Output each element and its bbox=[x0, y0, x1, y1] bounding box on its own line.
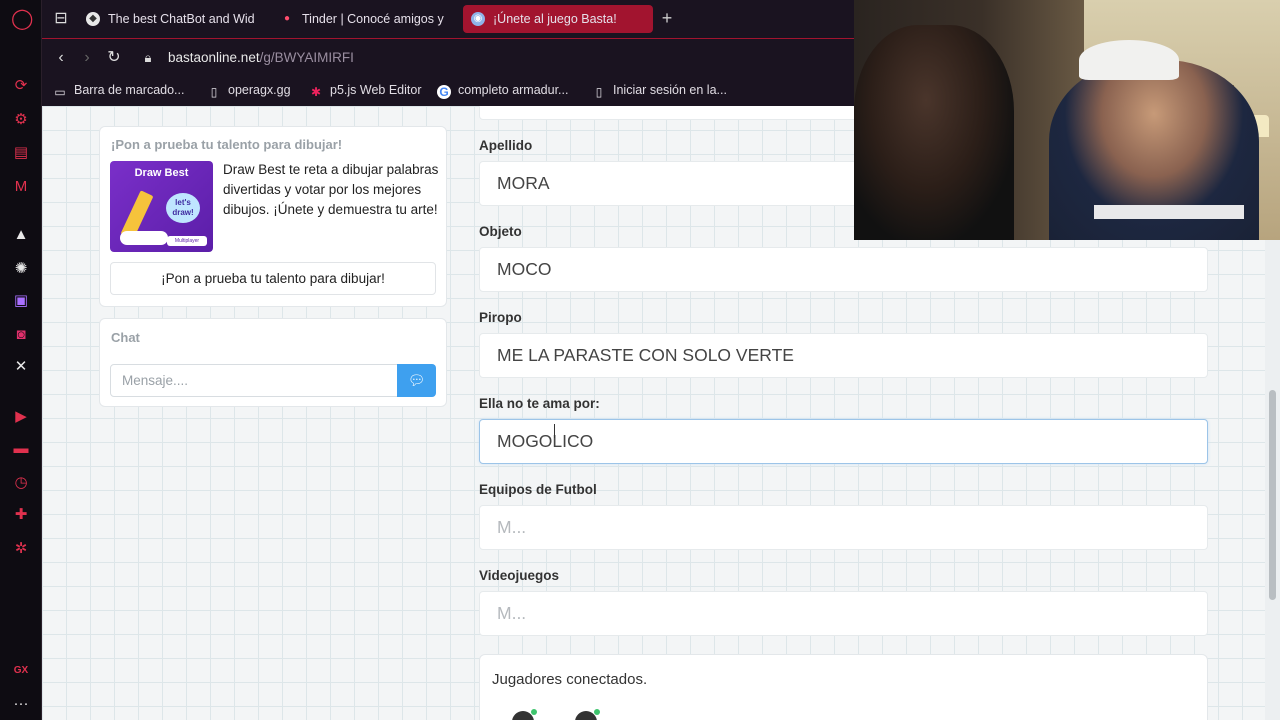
gamepad-icon[interactable]: ⊟ bbox=[51, 9, 71, 29]
text-cursor bbox=[554, 424, 555, 438]
gx-corner-icon[interactable]: M bbox=[11, 177, 31, 197]
x-twitter-icon[interactable]: ✕ bbox=[11, 357, 31, 377]
bookmark-google[interactable]: Gcompleto armadur... bbox=[437, 83, 568, 99]
speed-dial-icon[interactable]: ⟳ bbox=[11, 76, 31, 96]
field-label-objeto: Objeto bbox=[479, 224, 522, 239]
history-icon[interactable]: ◷ bbox=[11, 473, 31, 493]
speech-bubble-icon: 💬︎ bbox=[407, 372, 426, 388]
draw-best-image[interactable]: Draw Best let's draw! Multiplayer bbox=[110, 161, 213, 252]
extensions-icon[interactable]: ✚ bbox=[11, 505, 31, 525]
field-input-equipos-futbol[interactable]: M... bbox=[479, 505, 1208, 550]
tinder-flame-icon: ● bbox=[283, 13, 291, 24]
page-icon: ▯ bbox=[595, 85, 603, 99]
field-label-ella-no-te-ama: Ella no te ama por: bbox=[479, 396, 600, 411]
tab-tinder[interactable]: ● Tinder | Conocé amigos y bbox=[272, 5, 452, 33]
lock-icon: 🔒︎ bbox=[144, 50, 152, 65]
chat-message-input[interactable]: Mensaje.... bbox=[110, 364, 398, 397]
field-input-objeto[interactable]: MOCO bbox=[479, 247, 1208, 292]
player-icon[interactable]: ▶ bbox=[11, 407, 31, 427]
browser-window: ◯ ⟳ ⚙ ▤ M ▲ ✺ ▣ ◙ ✕ ▶ ▬ ◷ ✚ ✲ GX ··· ⊟ ◆… bbox=[0, 0, 1280, 720]
bookmark-operagx[interactable]: ▯ operagx.gg bbox=[207, 83, 291, 99]
field-label-videojuegos: Videojuegos bbox=[479, 568, 560, 583]
tab-basta[interactable]: ◉ ¡Únete al juego Basta! bbox=[463, 5, 653, 33]
streamer-left bbox=[854, 25, 1014, 240]
settings-gear-icon[interactable]: ✲ bbox=[11, 539, 31, 559]
bookmark-folder[interactable]: ▭ Barra de marcado... bbox=[53, 83, 184, 99]
gx-cleaner-icon[interactable]: ▤ bbox=[11, 143, 31, 163]
gx-mods-icon[interactable]: GX bbox=[11, 661, 31, 681]
field-input-ella-no-te-ama[interactable]: MOGOLICO bbox=[479, 419, 1208, 464]
field-input-videojuegos[interactable]: M... bbox=[479, 591, 1208, 636]
field-label-equipos-futbol: Equipos de Futbol bbox=[479, 482, 597, 497]
promo-title: ¡Pon a prueba tu talento para dibujar! bbox=[111, 137, 343, 152]
tab-chatbot[interactable]: ◆ The best ChatBot and Wid bbox=[78, 5, 258, 33]
opera-logo-icon[interactable]: ◯ bbox=[11, 9, 33, 29]
promo-description: Draw Best te reta a dibujar palabras div… bbox=[223, 162, 439, 217]
gx-control-icon[interactable]: ⚙ bbox=[11, 110, 31, 130]
wallet-icon[interactable]: ▬ bbox=[11, 439, 31, 459]
bookmark-login[interactable]: ▯ Iniciar sesión en la... bbox=[592, 83, 727, 99]
player-avatar[interactable] bbox=[575, 709, 600, 720]
chat-title: Chat bbox=[111, 330, 140, 345]
chatgpt-icon[interactable]: ✺ bbox=[11, 259, 31, 279]
field-label-apellido: Apellido bbox=[479, 138, 533, 153]
instagram-icon[interactable]: ◙ bbox=[11, 325, 31, 345]
online-status-dot bbox=[531, 709, 537, 715]
page-icon: ▯ bbox=[210, 85, 218, 99]
player-avatar[interactable] bbox=[512, 709, 537, 720]
star-icon: ✱ bbox=[310, 85, 322, 99]
folder-icon: ▭ bbox=[54, 85, 66, 99]
field-label-piropo: Piropo bbox=[479, 310, 522, 325]
new-tab-button[interactable]: + bbox=[658, 9, 676, 27]
reload-button[interactable]: ↻ bbox=[104, 48, 124, 68]
twitch-icon[interactable]: ▣ bbox=[11, 291, 31, 311]
chatbot-icon: ◆ bbox=[86, 12, 100, 26]
google-icon: G bbox=[437, 85, 451, 99]
webcam-overlay bbox=[854, 0, 1280, 240]
field-input-piropo[interactable]: ME LA PARASTE CON SOLO VERTE bbox=[479, 333, 1208, 378]
more-icon[interactable]: ··· bbox=[11, 694, 31, 714]
connected-players-card: Jugadores conectados. bbox=[479, 654, 1208, 720]
online-status-dot bbox=[594, 709, 600, 715]
connected-players-title: Jugadores conectados. bbox=[492, 671, 648, 688]
url-field[interactable]: bastaonline.net/g/BWYAIMIRFI bbox=[168, 50, 354, 65]
white-cap bbox=[1079, 40, 1179, 80]
chat-send-button[interactable]: 💬︎ bbox=[397, 364, 436, 397]
aria-ai-icon[interactable]: ▲ bbox=[11, 225, 31, 245]
forward-button[interactable]: › bbox=[77, 48, 97, 68]
basta-globe-icon: ◉ bbox=[471, 12, 485, 26]
back-button[interactable]: ‹ bbox=[51, 48, 71, 68]
scrollbar-thumb[interactable] bbox=[1269, 390, 1276, 600]
promo-button[interactable]: ¡Pon a prueba tu talento para dibujar! bbox=[110, 262, 436, 295]
bookmark-p5js[interactable]: ✱ p5.js Web Editor bbox=[309, 83, 422, 99]
opera-gx-sidebar: ◯ ⟳ ⚙ ▤ M ▲ ✺ ▣ ◙ ✕ ▶ ▬ ◷ ✚ ✲ GX ··· bbox=[0, 0, 42, 720]
